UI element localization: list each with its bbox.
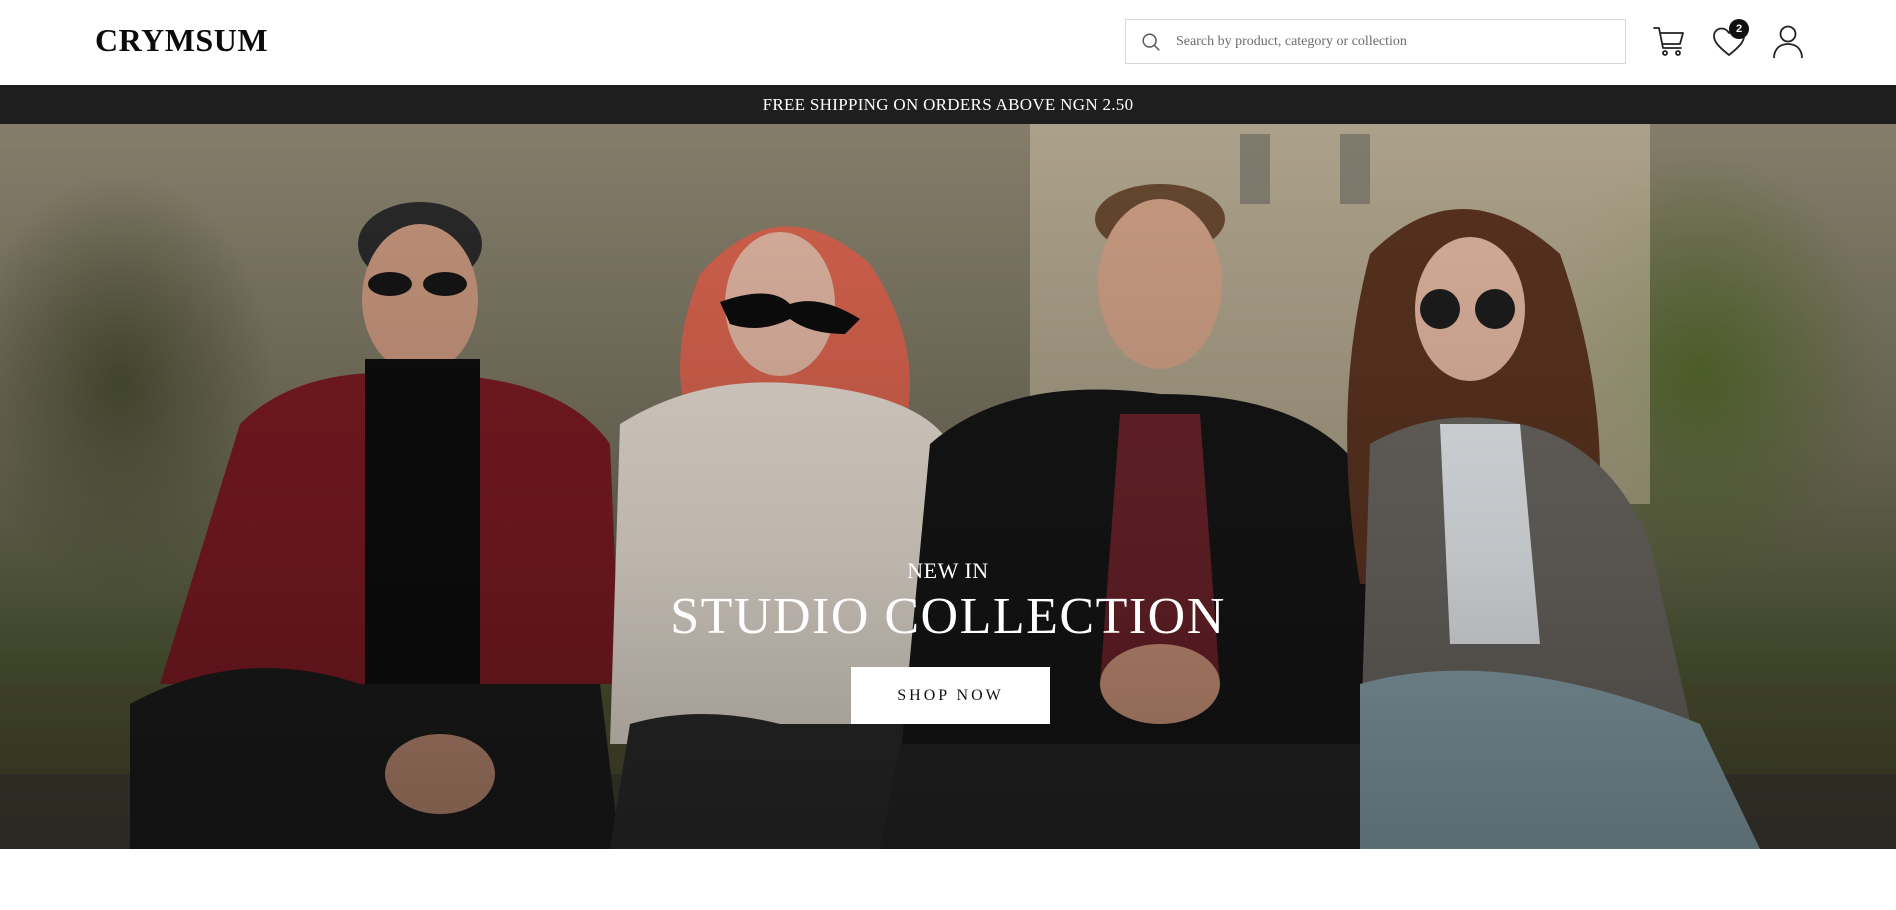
promo-text: FREE SHIPPING ON ORDERS ABOVE NGN 2.50 [762,94,1134,114]
site-header: CRYMSUM 2 [0,0,1896,85]
search-input[interactable] [1176,20,1616,63]
hero-content: NEW IN STUDIO COLLECTION SHOP NOW [0,124,1896,849]
wishlist-count-badge: 2 [1729,19,1749,39]
promo-bar: FREE SHIPPING ON ORDERS ABOVE NGN 2.50 [0,85,1896,124]
shop-now-button[interactable]: SHOP NOW [851,667,1050,724]
hero-headline: STUDIO COLLECTION [670,588,1226,645]
search-bar[interactable] [1125,19,1626,64]
user-icon[interactable] [1768,22,1808,62]
hero-banner: NEW IN STUDIO COLLECTION SHOP NOW [0,124,1896,849]
cart-icon[interactable] [1650,22,1690,62]
brand-logo[interactable]: CRYMSUM [95,22,268,59]
search-icon [1142,33,1160,51]
hero-kicker: NEW IN [907,558,989,583]
